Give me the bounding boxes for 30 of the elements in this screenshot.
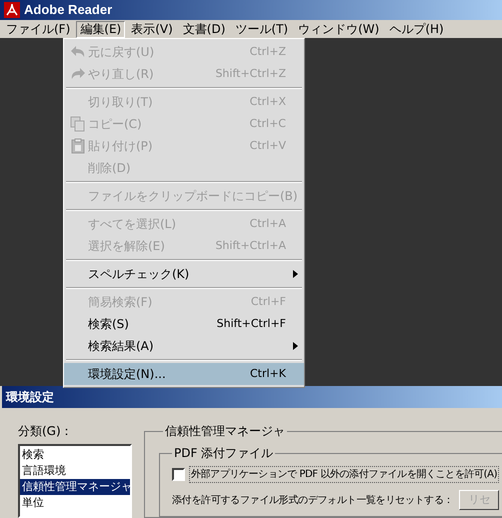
paste-icon — [71, 138, 85, 154]
category-item[interactable]: 単位 — [20, 495, 130, 511]
menu-item[interactable]: ファイル(F) — [2, 20, 74, 38]
menu-item[interactable]: ツール(T) — [231, 20, 292, 38]
window-title: Adobe Reader — [24, 1, 112, 20]
category-item[interactable]: 検索 — [20, 447, 130, 463]
category-item[interactable]: 言語環境 — [20, 463, 130, 479]
checkbox[interactable] — [172, 468, 185, 480]
group-title: 信頼性管理マネージャ — [164, 423, 286, 440]
category-item[interactable]: 信頼性管理マネージャ — [20, 479, 130, 495]
menu-option[interactable]: スペルチェック(K) — [64, 263, 304, 285]
menu-item[interactable]: ヘルプ(H) — [385, 20, 448, 38]
menu-option[interactable]: 検索結果(A) — [64, 335, 304, 357]
subgroup-title: PDF 添付ファイル — [173, 445, 274, 462]
redo-arrow-icon — [70, 67, 86, 81]
menu-option[interactable]: 環境設定(N)... Ctrl+K — [64, 363, 304, 385]
reset-label: 添付を許可するファイル形式のデフォルト一覧をリセットする： — [172, 494, 454, 508]
copy-icon — [70, 116, 86, 132]
menu-item[interactable]: 表示(V) — [127, 20, 177, 38]
menu-item[interactable]: 文書(D) — [178, 20, 230, 38]
menu-option[interactable]: 検索(S) Shift+Ctrl+F — [64, 313, 304, 335]
pdf-logo-icon — [4, 2, 20, 18]
dialog-title: 環境設定 — [6, 389, 54, 406]
submenu-arrow-icon — [293, 342, 298, 350]
checkbox-label[interactable]: 外部アプリケーションで PDF 以外の添付ファイルを開くことを許可(A) — [189, 466, 500, 482]
submenu-arrow-icon — [293, 270, 298, 278]
menu-item[interactable]: 編集(E) — [76, 20, 126, 38]
undo-arrow-icon — [70, 45, 86, 59]
menu-item[interactable]: ウィンドウ(W) — [294, 20, 384, 38]
category-label: 分類(G)： — [18, 423, 74, 440]
